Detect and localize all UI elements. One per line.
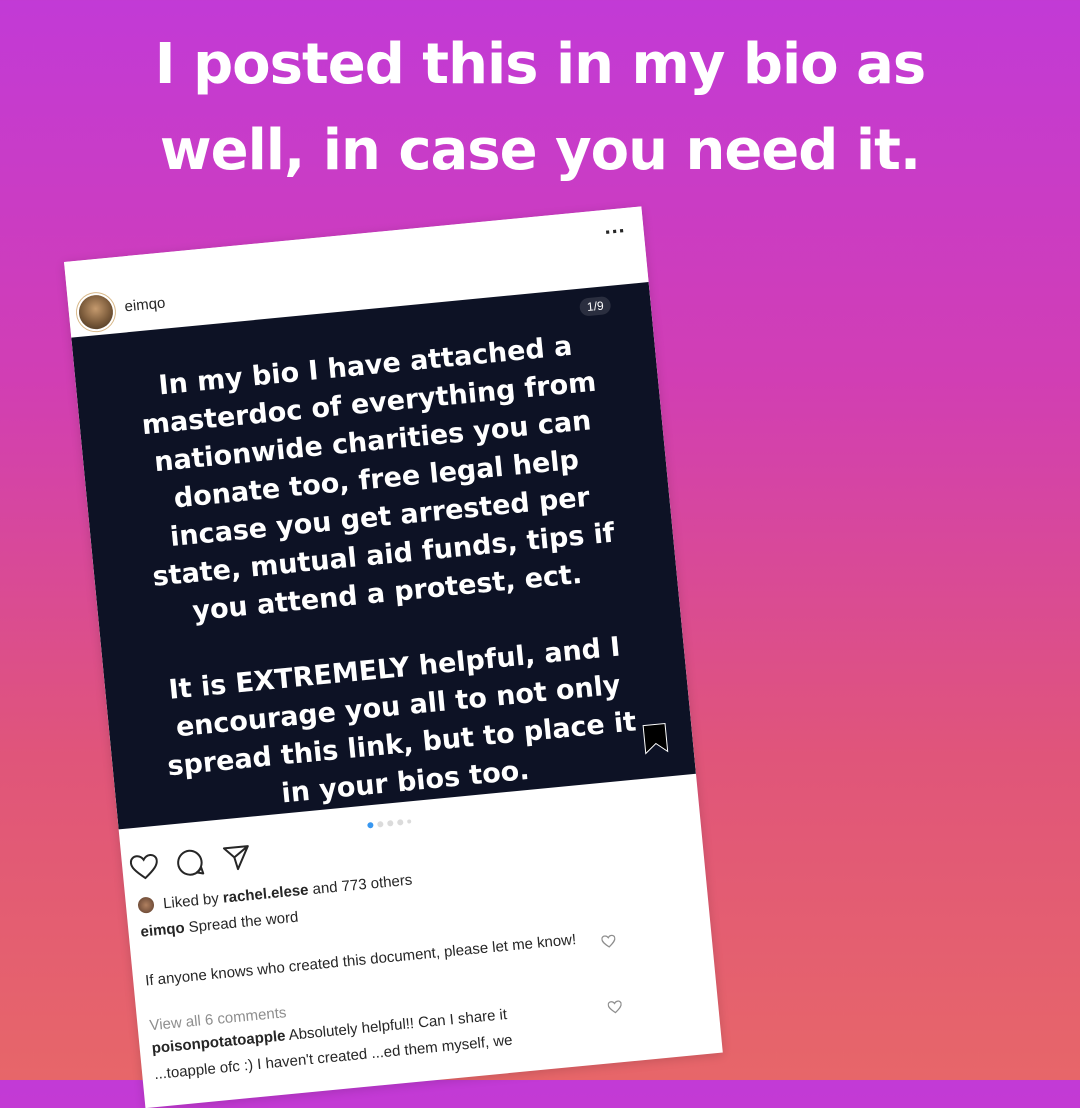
bookmark-icon[interactable]	[641, 722, 670, 755]
liker-avatar	[137, 896, 155, 914]
comment-text: If anyone knows who created this documen…	[144, 931, 577, 990]
heart-icon[interactable]	[129, 853, 159, 882]
carousel-dots	[366, 808, 446, 829]
avatar[interactable]	[77, 293, 115, 331]
like-comment-heart-icon[interactable]	[601, 934, 616, 948]
carousel-dot-active	[367, 821, 374, 829]
carousel-dot	[396, 819, 404, 826]
likes-prefix: Liked by	[162, 890, 220, 913]
post-caption: eimqo Spread the word	[140, 909, 299, 941]
story-caption: I posted this in my bio as well, in case…	[0, 22, 1080, 194]
comment-icon[interactable]	[175, 847, 206, 878]
carousel-dot	[407, 819, 412, 824]
carousel-dot	[377, 820, 384, 828]
likes-suffix: and 773 others	[311, 871, 414, 899]
caption-text: Spread the word	[187, 908, 300, 937]
carousel-dot	[387, 820, 394, 827]
post-username[interactable]: eimqo	[124, 295, 166, 316]
like-comment-heart-icon[interactable]	[607, 1000, 622, 1014]
more-horizontal-icon[interactable]: …	[602, 212, 627, 240]
post-actions	[129, 835, 331, 884]
slide-text: In my bio I have attached a masterdoc of…	[105, 323, 666, 827]
slide-counter: 1/9	[579, 295, 612, 317]
caption-username[interactable]: eimqo	[140, 920, 186, 941]
post-slide[interactable]: 1/9 In my bio I have attached a masterdo…	[71, 282, 696, 830]
share-icon[interactable]	[222, 844, 252, 873]
comment: If anyone knows who created this documen…	[144, 928, 594, 990]
story-caption-line-2: well, in case you need it.	[159, 118, 921, 183]
liker-username[interactable]: rachel.elese	[222, 882, 309, 907]
instagram-post-screenshot: eimqo … 1/9 In my bio I have attached a …	[64, 206, 723, 1108]
story-caption-line-1: I posted this in my bio as	[154, 32, 927, 97]
